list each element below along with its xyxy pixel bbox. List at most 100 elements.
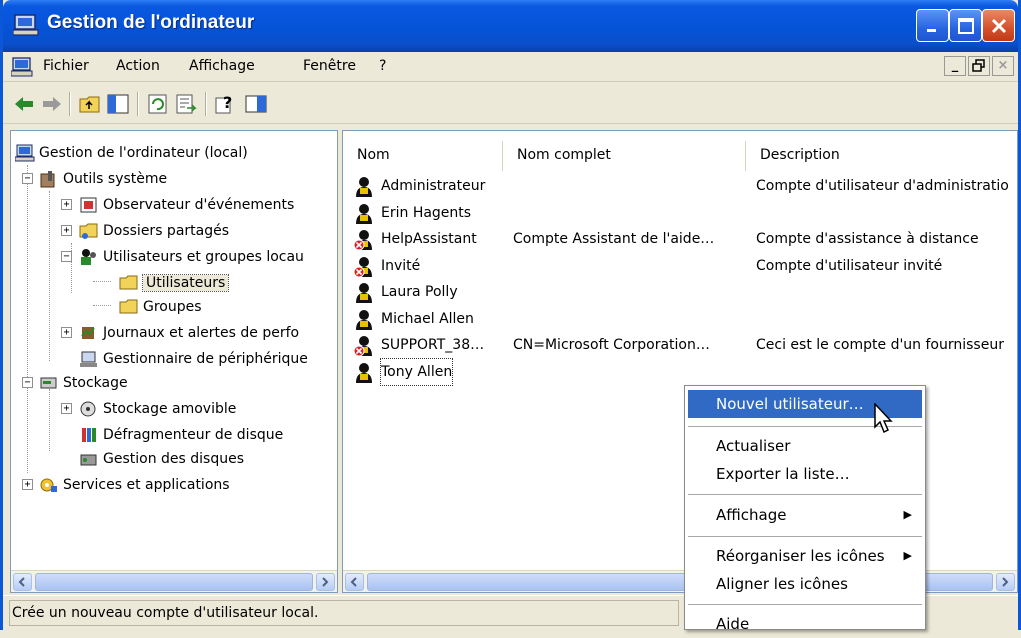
table-row[interactable]: SUPPORT_38… CN=Microsoft Corporation… Ceci… bbox=[353, 332, 1017, 358]
table-row[interactable]: Invité Compte d'utilisateur invité bbox=[353, 253, 1017, 279]
menu-fichier[interactable]: Fichier bbox=[43, 58, 89, 74]
tree-line bbox=[49, 191, 50, 361]
tree-expander[interactable]: + bbox=[22, 479, 33, 490]
up-folder-icon[interactable] bbox=[79, 94, 101, 114]
tree-expander[interactable]: − bbox=[61, 251, 72, 262]
table-row[interactable]: Erin Hagents bbox=[353, 200, 1017, 226]
scroll-left-button[interactable] bbox=[345, 573, 364, 591]
shared-folder-icon bbox=[79, 223, 98, 239]
tree-item-root[interactable]: Gestion de l'ordinateur (local) bbox=[15, 141, 248, 165]
tree-item-observateur[interactable]: Observateur d'événements bbox=[79, 193, 294, 217]
tree-line bbox=[49, 389, 50, 451]
column-header-description[interactable]: Description bbox=[746, 141, 1017, 171]
tree-item-stockage[interactable]: Stockage bbox=[39, 371, 128, 395]
chevron-right-icon bbox=[1002, 577, 1009, 587]
tree-expander[interactable]: − bbox=[22, 377, 33, 388]
tree-item-stockage-amovible[interactable]: Stockage amovible bbox=[79, 397, 236, 421]
user-icon bbox=[356, 309, 372, 330]
minimize-button[interactable] bbox=[916, 9, 949, 42]
menu-item-actualiser[interactable]: Actualiser bbox=[688, 432, 922, 460]
help-icon[interactable]: ? bbox=[215, 94, 237, 114]
title-bar[interactable]: Gestion de l'ordinateur bbox=[3, 0, 1018, 52]
table-row[interactable]: Laura Polly bbox=[353, 279, 1017, 305]
tree-expander[interactable]: + bbox=[61, 225, 72, 236]
user-full-name: Compte Assistant de l'aide… bbox=[513, 231, 715, 247]
removable-storage-icon bbox=[80, 401, 96, 417]
tree-item-journaux[interactable]: Journaux et alertes de perfo bbox=[79, 321, 299, 345]
maximize-button[interactable] bbox=[949, 9, 982, 42]
table-row[interactable]: Michael Allen bbox=[353, 306, 1017, 332]
tree-expander[interactable]: − bbox=[22, 173, 33, 184]
tree-label-utilisateurs-groupes: Utilisateurs et groupes locau bbox=[103, 249, 304, 265]
show-hide-action-pane-icon[interactable] bbox=[245, 94, 267, 114]
mdi-controls: _ × bbox=[942, 56, 1014, 78]
tree-item-groupes[interactable]: Groupes bbox=[119, 295, 202, 319]
tree-label-outils: Outils système bbox=[63, 171, 168, 187]
user-name: Tony Allen bbox=[379, 357, 454, 386]
event-viewer-icon bbox=[80, 197, 97, 213]
tree-label-journaux: Journaux et alertes de perfo bbox=[103, 325, 300, 341]
close-icon bbox=[991, 18, 1007, 34]
refresh-icon[interactable] bbox=[147, 94, 169, 114]
menu-affichage[interactable]: Affichage bbox=[189, 58, 255, 74]
menu-item-aide[interactable]: Aide bbox=[688, 610, 922, 638]
menu-bar: Fichier Action Affichage Fenêtre ? _ × bbox=[3, 52, 1018, 82]
tree-label-root: Gestion de l'ordinateur (local) bbox=[39, 145, 248, 161]
column-header-nom[interactable]: Nom bbox=[343, 141, 503, 171]
console-tree[interactable]: Gestion de l'ordinateur (local) − Outils… bbox=[10, 130, 338, 593]
tree-item-defragmenteur[interactable]: Défragmenteur de disque bbox=[79, 423, 283, 447]
minimize-icon bbox=[927, 29, 936, 32]
tree-label-observateur: Observateur d'événements bbox=[103, 197, 295, 213]
tree-expander[interactable]: + bbox=[61, 403, 72, 414]
menu-item-aligner[interactable]: Aligner les icônes bbox=[688, 570, 922, 598]
scroll-thumb[interactable] bbox=[35, 573, 313, 591]
menu-action[interactable]: Action bbox=[116, 58, 160, 74]
tree-item-utilisateurs-groupes[interactable]: Utilisateurs et groupes locau bbox=[79, 245, 304, 269]
disabled-user-icon bbox=[353, 256, 372, 277]
mdi-minimize-button[interactable]: _ bbox=[944, 56, 966, 76]
menu-item-reorganiser[interactable]: Réorganiser les icônes ▶ bbox=[688, 542, 922, 570]
menu-fenetre[interactable]: Fenêtre bbox=[303, 58, 356, 74]
status-text: Crée un nouveau compte d'utilisateur loc… bbox=[9, 600, 679, 626]
scroll-left-button[interactable] bbox=[13, 573, 32, 591]
user-description: Compte d'utilisateur invité bbox=[756, 257, 943, 274]
user-name: Laura Polly bbox=[381, 284, 458, 300]
tree-item-utilisateurs[interactable]: Utilisateurs bbox=[119, 271, 230, 295]
tree-horizontal-scrollbar[interactable] bbox=[11, 570, 337, 592]
tree-expander[interactable]: + bbox=[61, 327, 72, 338]
menu-help[interactable]: ? bbox=[379, 58, 386, 74]
table-row[interactable]: HelpAssistant Compte Assistant de l'aide…… bbox=[353, 226, 1017, 252]
scroll-right-button[interactable] bbox=[316, 573, 335, 591]
tree-label-services: Services et applications bbox=[63, 477, 230, 493]
show-tree-icon[interactable] bbox=[107, 94, 129, 114]
tree-expander[interactable]: + bbox=[61, 199, 72, 210]
tree-item-gestion-disques[interactable]: Gestion des disques bbox=[79, 447, 244, 471]
table-row[interactable]: Administrateur Compte d'utilisateur d'adm… bbox=[353, 173, 1017, 199]
close-button[interactable] bbox=[982, 9, 1015, 42]
toolbar: ? bbox=[3, 84, 1018, 124]
table-row[interactable]: Tony Allen bbox=[353, 357, 1017, 386]
chevron-right-icon bbox=[322, 577, 329, 587]
tree-item-services[interactable]: Services et applications bbox=[39, 473, 230, 497]
user-name: Michael Allen bbox=[381, 310, 474, 327]
mdi-restore-button[interactable] bbox=[968, 56, 990, 76]
column-header-nom-complet[interactable]: Nom complet bbox=[503, 141, 746, 171]
menu-item-exporter[interactable]: Exporter la liste… bbox=[688, 460, 922, 488]
tree-item-gestionnaire-peripheriques[interactable]: Gestionnaire de périphérique bbox=[79, 347, 308, 371]
tree-line bbox=[27, 165, 28, 473]
export-list-icon[interactable] bbox=[175, 94, 197, 114]
menu-item-affichage[interactable]: Affichage ▶ bbox=[688, 501, 922, 529]
tree-item-dossiers-partages[interactable]: Dossiers partagés bbox=[79, 219, 229, 243]
mdi-close-button[interactable]: × bbox=[992, 56, 1014, 76]
services-icon bbox=[40, 478, 57, 492]
restore-icon bbox=[972, 59, 985, 72]
user-icon bbox=[356, 203, 372, 224]
tree-label-gestion-disques: Gestion des disques bbox=[103, 451, 245, 467]
user-icon bbox=[356, 283, 372, 303]
disk-management-icon bbox=[80, 454, 97, 466]
tree-label-groupes: Groupes bbox=[143, 299, 202, 315]
back-arrow-icon[interactable] bbox=[13, 94, 35, 114]
scroll-right-button[interactable] bbox=[996, 573, 1015, 591]
forward-arrow-icon[interactable] bbox=[41, 94, 63, 114]
tree-item-outils-systeme[interactable]: Outils système bbox=[39, 167, 167, 191]
